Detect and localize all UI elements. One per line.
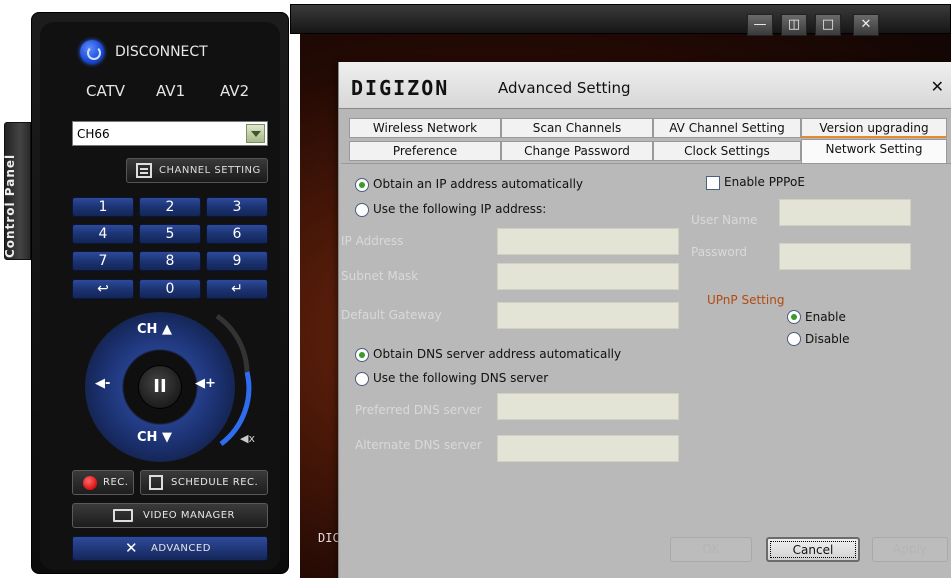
list-icon	[136, 163, 152, 178]
advanced-label: ADVANCED	[151, 543, 211, 554]
video-manager-button[interactable]: VIDEO MANAGER	[72, 503, 268, 528]
upnp-title: UPnP Setting	[707, 293, 785, 307]
key-0[interactable]: 0	[139, 279, 201, 299]
tab-wireless-network[interactable]: Wireless Network	[349, 118, 501, 138]
channel-up-button[interactable]: CH ▲	[137, 322, 172, 337]
source-av2[interactable]: AV2	[220, 82, 249, 100]
ip-auto-label: Obtain an IP address automatically	[373, 177, 584, 191]
key-enter[interactable]: ↵	[206, 279, 268, 299]
tab-clock-settings[interactable]: Clock Settings	[653, 141, 801, 161]
control-panel-tab-label: Control Panel	[3, 153, 17, 258]
tab-version-upgrading[interactable]: Version upgrading	[801, 118, 947, 138]
folder-icon	[113, 509, 133, 522]
dialog-close-button[interactable]: ✕	[931, 77, 944, 96]
apply-button[interactable]: Apply	[872, 537, 948, 562]
pause-button[interactable]: II	[138, 365, 182, 409]
video-manager-label: VIDEO MANAGER	[143, 510, 235, 521]
preferred-dns-field[interactable]	[497, 393, 679, 420]
subnet-mask-field[interactable]	[497, 263, 679, 290]
ip-auto-radio[interactable]	[355, 178, 369, 192]
alternate-dns-label: Alternate DNS server	[355, 438, 482, 452]
schedule-rec-label: SCHEDULE REC.	[171, 477, 259, 488]
key-9[interactable]: 9	[206, 251, 268, 271]
tab-change-password[interactable]: Change Password	[501, 141, 653, 161]
record-button[interactable]: REC.	[72, 470, 134, 495]
remote-dial: II CH ▲ CH ▼ ◀- ◀+	[85, 312, 257, 462]
schedule-rec-button[interactable]: SCHEDULE REC.	[140, 470, 268, 495]
dns-auto-label: Obtain DNS server address automatically	[373, 347, 622, 361]
upnp-enable-label: Enable	[805, 310, 846, 324]
tab-scan-channels[interactable]: Scan Channels	[501, 118, 653, 138]
channel-setting-button[interactable]: CHANNEL SETTING	[126, 158, 268, 183]
upnp-enable-radio[interactable]	[787, 310, 801, 324]
key-7[interactable]: 7	[72, 251, 134, 271]
default-gateway-label: Default Gateway	[341, 308, 442, 322]
ip-manual-label: Use the following IP address:	[373, 202, 547, 216]
dialog-title: Advanced Setting	[498, 79, 631, 97]
channel-down-button[interactable]: CH ▼	[137, 430, 172, 445]
restore-button[interactable]: ◫	[781, 14, 807, 36]
tab-network-setting[interactable]: Network Setting	[801, 139, 947, 163]
dialog-titlebar: DIGIZON Advanced Setting ✕	[339, 62, 951, 109]
dns-auto-radio[interactable]	[355, 348, 369, 362]
power-icon	[80, 40, 104, 64]
default-gateway-field[interactable]	[497, 302, 679, 329]
pppoe-checkbox[interactable]	[706, 176, 720, 190]
key-6[interactable]: 6	[206, 224, 268, 244]
advanced-button[interactable]: ✕ ADVANCED	[72, 536, 268, 561]
maximize-button[interactable]: □	[815, 14, 841, 36]
volume-down-button[interactable]: ◀-	[95, 376, 110, 391]
alternate-dns-field[interactable]	[497, 435, 679, 462]
key-5[interactable]: 5	[139, 224, 201, 244]
video-overlay-text: DIC	[318, 531, 340, 545]
disconnect-label: DISCONNECT	[115, 44, 208, 60]
ip-manual-radio[interactable]	[355, 203, 369, 217]
ok-button[interactable]: OK	[670, 537, 752, 562]
app-root: — ◫ □ ✕ DIC Control Panel › DISCONNECT C…	[0, 0, 951, 578]
dns-manual-label: Use the following DNS server	[373, 371, 549, 385]
key-2[interactable]: 2	[139, 197, 201, 217]
key-3[interactable]: 3	[206, 197, 268, 217]
channel-select[interactable]: CH66	[72, 121, 268, 146]
key-1[interactable]: 1	[72, 197, 134, 217]
subnet-mask-label: Subnet Mask	[341, 269, 419, 283]
key-back[interactable]: ↩	[72, 279, 134, 299]
record-label: REC.	[103, 477, 129, 488]
player-titlebar: — ◫ □ ✕	[290, 4, 951, 36]
key-4[interactable]: 4	[72, 224, 134, 244]
user-name-label: User Name	[691, 213, 758, 227]
ip-address-label: IP Address	[341, 234, 404, 248]
source-catv[interactable]: CATV	[86, 82, 125, 100]
cancel-button[interactable]: Cancel	[766, 537, 860, 562]
password-field[interactable]	[779, 243, 911, 270]
close-button[interactable]: ✕	[853, 14, 879, 36]
channel-setting-label: CHANNEL SETTING	[159, 165, 261, 176]
chevron-down-icon[interactable]	[246, 124, 265, 143]
password-label: Password	[691, 245, 748, 259]
pppoe-label: Enable PPPoE	[724, 175, 805, 189]
digizon-logo: DIGIZON	[351, 76, 450, 100]
key-8[interactable]: 8	[139, 251, 201, 271]
minimize-button[interactable]: —	[747, 14, 773, 36]
channel-select-value: CH66	[77, 127, 110, 141]
dns-manual-radio[interactable]	[355, 372, 369, 386]
schedule-icon	[149, 475, 163, 490]
volume-arc[interactable]	[211, 312, 255, 452]
user-name-field[interactable]	[779, 199, 911, 226]
record-icon	[83, 476, 97, 490]
disconnect-button[interactable]: DISCONNECT	[80, 38, 210, 66]
source-av1[interactable]: AV1	[156, 82, 185, 100]
mute-icon[interactable]: ◀x	[240, 432, 255, 445]
tab-av-channel-setting[interactable]: AV Channel Setting	[653, 118, 801, 138]
upnp-disable-radio[interactable]	[787, 332, 801, 346]
upnp-disable-label: Disable	[805, 332, 850, 346]
ip-address-field[interactable]	[497, 228, 679, 255]
preferred-dns-label: Preferred DNS server	[355, 403, 482, 417]
tools-icon: ✕	[125, 539, 139, 557]
advanced-setting-dialog: DIGIZON Advanced Setting ✕ Wireless Netw…	[338, 62, 951, 578]
tab-preference[interactable]: Preference	[349, 141, 501, 161]
